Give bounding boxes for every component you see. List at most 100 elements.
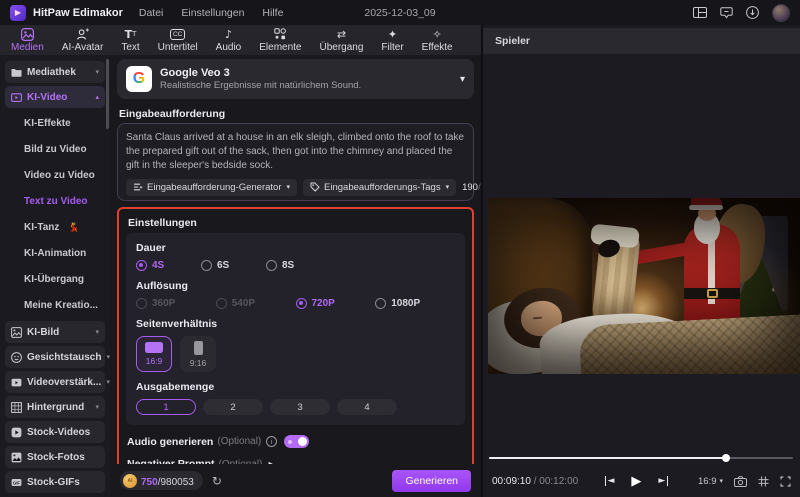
output-count-options: 1 2 3 4 <box>136 399 455 415</box>
tab-effekte[interactable]: ✧ Effekte <box>413 25 462 55</box>
scene-vignette <box>488 198 800 374</box>
radio-1080p[interactable]: 1080P <box>375 298 455 309</box>
duration-options: 4S 6S 8S <box>136 260 455 271</box>
chevron-down-icon: ▾ <box>106 353 110 361</box>
sidebar-item-ki-effekte[interactable]: KI-Effekte <box>0 110 110 136</box>
prompt-input[interactable]: Santa Claus arrived at a house in an elk… <box>117 123 502 201</box>
settings-section: Einstellungen Dauer 4S 6S 8S Auflösung 3… <box>117 207 474 480</box>
chevron-down-icon: ▾ <box>106 378 110 386</box>
info-icon[interactable] <box>266 436 278 447</box>
sidebar-scrollbar[interactable] <box>106 59 109 129</box>
svg-text:GIF: GIF <box>13 480 20 485</box>
sidebar-item-ki-uebergang[interactable]: KI-Übergang <box>0 266 110 292</box>
grid-overlay-icon[interactable] <box>758 476 769 487</box>
chevron-down-icon: ▾ <box>95 328 99 336</box>
radio-720p[interactable]: 720P <box>295 298 376 309</box>
prompt-generator-button[interactable]: Eingabeaufforderung-Generator ▾ <box>126 178 298 196</box>
prompt-text[interactable]: Santa Claus arrived at a house in an elk… <box>126 131 465 174</box>
tab-audio[interactable]: ♪ Audio <box>207 25 251 55</box>
player-body: 00:09:10 / 00:12:00 16:9▾ <box>483 54 800 497</box>
radio-icon <box>201 260 212 271</box>
feedback-icon[interactable] <box>720 6 733 19</box>
count-4-button[interactable]: 4 <box>337 399 397 415</box>
sidebar-item-stock-videos[interactable]: Stock-Videos <box>5 421 105 443</box>
audio-toggle[interactable] <box>284 435 310 448</box>
count-1-button[interactable]: 1 <box>136 399 196 415</box>
sidebar-item-hintergrund[interactable]: Hintergrund ▾ <box>5 396 105 418</box>
tab-untertitel[interactable]: Untertitel <box>149 25 207 55</box>
refresh-icon[interactable] <box>212 474 222 488</box>
model-selector[interactable]: G Google Veo 3 Realistische Ergebnisse m… <box>117 59 474 99</box>
media-icon <box>20 27 34 41</box>
radio-icon <box>375 298 387 309</box>
snapshot-icon[interactable] <box>734 475 747 487</box>
tab-elemente[interactable]: Elemente <box>250 25 310 55</box>
radio-icon <box>136 260 147 271</box>
radio-icon <box>136 298 147 309</box>
prompt-tags-button[interactable]: Eingabeaufforderungs-Tags ▾ <box>303 178 457 196</box>
sidebar-item-ki-tanz[interactable]: KI-Tanz 💃 <box>0 214 110 240</box>
model-name: Google Veo 3 <box>160 67 230 79</box>
aspect-ratio-select[interactable]: 16:9 ▾ <box>698 476 723 487</box>
aspect-16-9-button[interactable]: 16:9 <box>136 336 172 372</box>
play-button[interactable] <box>631 474 641 489</box>
download-icon[interactable] <box>746 6 759 19</box>
menu-einstellungen[interactable]: Einstellungen <box>181 7 244 19</box>
sidebar-item-gesichtstausch[interactable]: Gesichtstausch ▾ <box>5 346 110 368</box>
sidebar-item-videoverstaerker[interactable]: Videoverstärk... ▾ <box>5 371 110 393</box>
aspect-9-16-button[interactable]: 9:16 <box>180 336 216 372</box>
video-preview[interactable] <box>488 198 800 374</box>
sidebar-item-stock-gifs[interactable]: GIF Stock-GIFs <box>5 471 105 493</box>
sidebar-item-ki-video[interactable]: KI-Video ▴ <box>5 86 105 108</box>
seek-bar[interactable] <box>489 454 793 462</box>
sidebar-item-ki-bild[interactable]: KI-Bild ▾ <box>5 321 105 343</box>
sidebar-item-meine-kreationen[interactable]: Meine Kreatio... <box>0 292 110 318</box>
previous-frame-button[interactable] <box>604 476 614 486</box>
resolution-options: 360P 540P 720P 1080P <box>136 298 455 309</box>
chevron-down-icon: ▾ <box>95 68 99 76</box>
generate-button[interactable]: Generieren <box>392 469 471 492</box>
radio-8s[interactable]: 8S <box>266 260 331 271</box>
transition-icon: ⇄ <box>336 27 347 41</box>
seek-thumb[interactable] <box>722 454 731 462</box>
next-frame-button[interactable] <box>658 476 669 486</box>
radio-icon <box>295 298 307 309</box>
resolution-label: Auflösung <box>136 280 188 292</box>
menu-hilfe[interactable]: Hilfe <box>262 7 283 19</box>
layout-icon[interactable] <box>693 7 707 18</box>
duration-label: Dauer <box>136 242 166 254</box>
tab-ai-avatar[interactable]: AI-Avatar <box>53 25 113 55</box>
tab-uebergang[interactable]: ⇄ Übergang <box>311 25 373 55</box>
count-2-button[interactable]: 2 <box>203 399 263 415</box>
menu-datei[interactable]: Datei <box>139 7 164 19</box>
radio-6s[interactable]: 6S <box>201 260 266 271</box>
filter-icon: ✦ <box>387 27 398 41</box>
user-avatar[interactable] <box>772 3 790 22</box>
effects-icon: ✧ <box>432 27 442 41</box>
tab-filter[interactable]: ✦ Filter <box>372 25 412 55</box>
workspace: Medien AI-Avatar Text Untertitel ♪ Audio… <box>0 25 800 497</box>
sidebar-item-ki-animation[interactable]: KI-Animation <box>0 240 110 266</box>
count-3-button[interactable]: 3 <box>270 399 330 415</box>
google-logo-icon: G <box>126 66 152 92</box>
face-icon <box>11 351 22 363</box>
tab-medien[interactable]: Medien <box>2 25 53 55</box>
sidebar-item-text-zu-video[interactable]: Text zu Video <box>0 188 110 214</box>
sidebar-item-bild-zu-video[interactable]: Bild zu Video <box>0 136 110 162</box>
fullscreen-icon[interactable] <box>780 475 791 487</box>
app-name: HitPaw Edimakor <box>33 6 123 19</box>
radio-icon <box>215 298 227 309</box>
sidebar-item-video-zu-video[interactable]: Video zu Video <box>0 162 110 188</box>
aspect-ratio-options: 16:9 9:16 <box>136 336 455 372</box>
tab-text[interactable]: Text <box>112 25 148 55</box>
toolbar: Medien AI-Avatar Text Untertitel ♪ Audio… <box>0 25 481 55</box>
video-icon <box>11 92 22 103</box>
radio-4s[interactable]: 4S <box>136 260 201 271</box>
sidebar-item-stock-fotos[interactable]: Stock-Fotos <box>5 446 105 468</box>
video-enhance-icon <box>11 377 22 388</box>
sidebar-item-mediathek[interactable]: Mediathek ▾ <box>5 61 105 83</box>
prompt-heading: Eingabeaufforderung <box>119 108 226 120</box>
grid-icon <box>11 401 22 413</box>
audio-label: Audio generieren <box>127 435 214 448</box>
chevron-down-icon: ▾ <box>719 477 723 485</box>
